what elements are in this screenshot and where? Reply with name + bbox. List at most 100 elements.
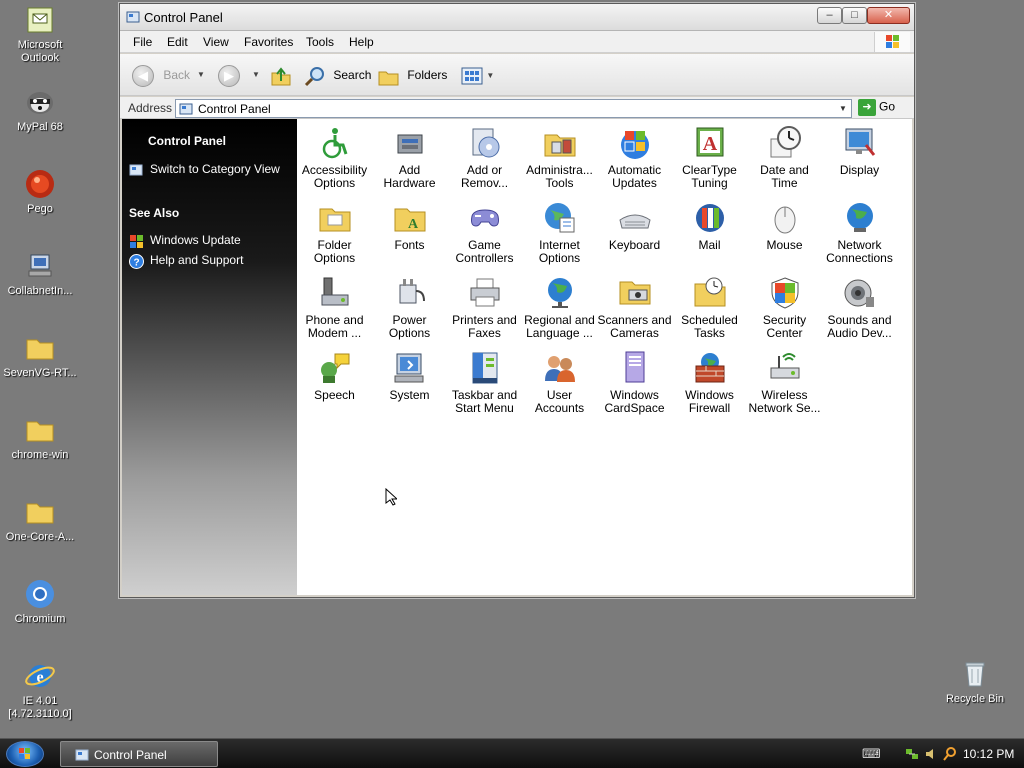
cp-item-phone-and-modem[interactable]: Phone and Modem ... [297, 271, 372, 340]
task-pane: Control Panel Switch to Category View Se… [122, 119, 297, 595]
cp-item-game-controllers[interactable]: Game Controllers [447, 196, 522, 265]
cp-item-wireless-network-setup[interactable]: Wireless Network Se... [747, 346, 822, 415]
desktop-icon-outlook[interactable]: Microsoft Outlook [0, 4, 80, 65]
network-tray-icon[interactable] [904, 746, 920, 762]
menu-favorites[interactable]: Favorites [244, 35, 293, 49]
cp-item-network-connections[interactable]: Network Connections [822, 196, 897, 265]
cp-item-scanners-and-cameras[interactable]: Scanners and Cameras [597, 271, 672, 340]
cp-item-label: Regional and Language ... [524, 313, 595, 340]
scanners-cameras-icon [617, 275, 653, 311]
cp-item-user-accounts[interactable]: User Accounts [522, 346, 597, 415]
go-button[interactable]: ➜ Go [858, 99, 895, 116]
cp-item-power-options[interactable]: Power Options [372, 271, 447, 340]
switch-to-category-view-link[interactable]: Switch to Category View [150, 162, 280, 176]
phone-modem-icon [317, 275, 353, 311]
cp-item-label: Printers and Faxes [452, 313, 517, 340]
cp-item-printers-and-faxes[interactable]: Printers and Faxes [447, 271, 522, 340]
address-input[interactable]: Control Panel ▼ [175, 99, 852, 118]
cp-item-speech[interactable]: Speech [297, 346, 372, 402]
search-tray-icon[interactable] [942, 746, 958, 762]
back-dropdown-icon[interactable]: ▼ [197, 64, 205, 86]
search-button[interactable]: Search [304, 64, 371, 86]
cp-item-administrative-tools[interactable]: Administra... Tools [522, 121, 597, 190]
views-button[interactable]: ▼ [461, 64, 494, 86]
desktop-icon-pego[interactable]: Pego [0, 168, 80, 216]
title-bar[interactable]: Control Panel – □ ✕ [120, 4, 914, 31]
help-and-support-link[interactable]: Help and Support [150, 253, 243, 267]
cp-item-mail[interactable]: Mail [672, 196, 747, 252]
back-button[interactable]: ◀ Back [132, 64, 190, 87]
desktop-icon-sevenvg[interactable]: SevenVG-RT... [0, 332, 80, 380]
address-bar: Address Control Panel ▼ ➜ Go [120, 97, 914, 119]
cp-item-add-remove-programs[interactable]: Add or Remov... [447, 121, 522, 190]
up-folder-button[interactable] [270, 64, 292, 86]
cp-item-windows-firewall[interactable]: Windows Firewall [672, 346, 747, 415]
cp-item-label: Taskbar and Start Menu [451, 388, 518, 415]
keyboard-icon [617, 200, 653, 236]
windows-cardspace-icon [617, 350, 653, 386]
forward-dropdown-icon[interactable]: ▼ [252, 64, 260, 86]
cp-item-label: Folder Options [313, 238, 356, 265]
cp-item-internet-options[interactable]: Internet Options [522, 196, 597, 265]
taskbar-button-control-panel[interactable]: Control Panel [60, 741, 218, 767]
cp-item-label: Windows Firewall [685, 388, 734, 415]
cp-item-fonts[interactable]: A Fonts [372, 196, 447, 252]
cp-item-folder-options[interactable]: Folder Options [297, 196, 372, 265]
folders-button[interactable]: Folders [378, 64, 447, 86]
start-button[interactable] [6, 741, 44, 767]
cp-item-add-hardware[interactable]: Add Hardware [372, 121, 447, 190]
desktop-icon-collabnet[interactable]: CollabnetIn... [0, 250, 80, 298]
cp-item-mouse[interactable]: Mouse [747, 196, 822, 252]
desktop-icon-ie[interactable]: e IE 4.01 [4.72.3110.0] [0, 660, 80, 721]
mouse-cursor-icon [385, 487, 399, 506]
desktop-icon-label: Microsoft Outlook [17, 39, 63, 64]
menu-help[interactable]: Help [349, 35, 374, 49]
cp-item-keyboard[interactable]: Keyboard [597, 196, 672, 252]
close-button[interactable]: ✕ [867, 7, 910, 24]
cp-item-cleartype-tuning[interactable]: A ClearType Tuning [672, 121, 747, 190]
network-connections-icon [842, 200, 878, 236]
cp-item-label: Accessibility Options [301, 163, 368, 190]
minimize-button[interactable]: – [817, 7, 842, 24]
svg-text:?: ? [133, 258, 139, 269]
cp-item-date-and-time[interactable]: Date and Time [747, 121, 822, 190]
cp-item-label: Game Controllers [455, 238, 514, 265]
desktop-icon-mypal[interactable]: MyPal 68 [0, 86, 80, 134]
cp-item-windows-cardspace[interactable]: Windows CardSpace [597, 346, 672, 415]
windows-update-icon [129, 234, 144, 249]
cp-item-automatic-updates[interactable]: Automatic Updates [597, 121, 672, 190]
back-arrow-icon: ◀ [132, 64, 154, 87]
cp-item-system[interactable]: System [372, 346, 447, 402]
volume-tray-icon[interactable] [923, 746, 939, 762]
cp-item-regional-and-language[interactable]: Regional and Language ... [522, 271, 597, 340]
forward-button[interactable]: ▶ [218, 64, 240, 87]
maximize-button[interactable]: □ [842, 7, 867, 24]
menu-view[interactable]: View [203, 35, 229, 49]
cp-item-display[interactable]: Display [822, 121, 897, 177]
address-label: Address [128, 101, 173, 115]
search-label: Search [333, 68, 372, 82]
cp-item-taskbar-and-start-menu[interactable]: Taskbar and Start Menu [447, 346, 522, 415]
desktop-icon-chrome-win[interactable]: chrome-win [0, 414, 80, 462]
mail-icon [692, 200, 728, 236]
cp-item-label: Add Hardware [383, 163, 436, 190]
menu-file[interactable]: File [133, 35, 152, 49]
windows-update-link[interactable]: Windows Update [150, 233, 241, 247]
cp-item-label: Network Connections [826, 238, 893, 265]
desktop-icon-one-core[interactable]: One-Core-A... [0, 496, 80, 544]
cp-item-accessibility-options[interactable]: Accessibility Options [297, 121, 372, 190]
taskbar-start-menu-icon [467, 350, 503, 386]
cp-item-scheduled-tasks[interactable]: Scheduled Tasks [672, 271, 747, 340]
desktop-icon-chromium[interactable]: Chromium [0, 578, 80, 626]
views-dropdown-icon: ▼ [486, 70, 495, 80]
desktop-icon-recycle-bin[interactable]: Recycle Bin [935, 658, 1015, 706]
menu-tools[interactable]: Tools [306, 35, 334, 49]
cp-item-label: Speech [314, 388, 355, 402]
address-dropdown-icon[interactable]: ▼ [836, 101, 850, 116]
cp-item-sounds-and-audio[interactable]: Sounds and Audio Dev... [822, 271, 897, 340]
cp-item-security-center[interactable]: Security Center [747, 271, 822, 340]
clock[interactable]: 10:12 PM [963, 747, 1014, 761]
menu-edit[interactable]: Edit [167, 35, 188, 49]
keyboard-tray-icon[interactable]: ⌨ [862, 746, 881, 762]
wireless-network-icon [767, 350, 803, 386]
